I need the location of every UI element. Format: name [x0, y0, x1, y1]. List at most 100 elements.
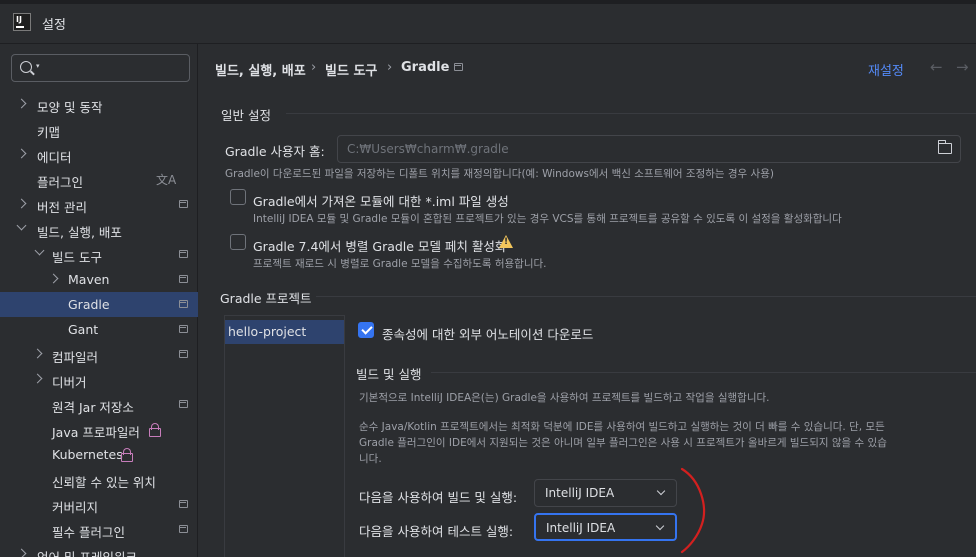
lock-icon [121, 448, 133, 462]
breadcrumb-item[interactable]: 빌드, 실행, 배포 [215, 60, 306, 79]
forward-arrow-icon[interactable]: → [956, 58, 969, 76]
build-using-label: 다음을 사용하여 빌드 및 실행: [359, 490, 518, 505]
section-divider [316, 296, 976, 297]
project-scope-icon [179, 525, 188, 533]
sidebar-item-gradle[interactable]: Gradle [0, 292, 198, 317]
generate-iml-checkbox[interactable] [230, 189, 246, 205]
chevron-right-icon[interactable] [16, 548, 27, 557]
sidebar-item-remote-jar-repositories[interactable]: 원격 Jar 저장소 [0, 392, 198, 417]
sidebar-item-compiler[interactable]: 컴파일러 [0, 342, 198, 367]
chevron-down-icon[interactable] [16, 220, 27, 231]
sidebar-item-label: Kubernetes [52, 447, 123, 462]
breadcrumb-separator: › [311, 60, 317, 75]
search-options-chevron-icon[interactable]: ▾ [36, 62, 40, 70]
build-using-value: IntelliJ IDEA [545, 486, 615, 500]
settings-content: 빌드, 실행, 배포 › 빌드 도구 › Gradle 재설정 ← → 일반 설… [198, 44, 976, 557]
sidebar-item-label: 에디터 [37, 150, 72, 165]
sidebar-item-label: 플러그인 [37, 175, 84, 190]
chevron-right-icon[interactable] [16, 98, 27, 109]
window-title: 설정 [42, 18, 66, 33]
project-scope-icon [179, 275, 188, 283]
build-run-title: 빌드 및 실행 [356, 367, 422, 382]
warning-icon [499, 235, 513, 248]
sidebar-item-debugger[interactable]: 디버거 [0, 367, 198, 392]
chevron-right-icon[interactable] [16, 148, 27, 159]
search-input[interactable]: ▾ [11, 54, 190, 82]
red-annotation-mark [680, 467, 706, 554]
app-logo-icon [13, 13, 31, 31]
sidebar-item-label: Gant [68, 322, 99, 337]
download-annotations-label[interactable]: 종속성에 대한 외부 어노테이션 다운로드 [382, 324, 593, 343]
general-settings-title: 일반 설정 [221, 108, 271, 123]
gradle-home-value: C:₩Users₩charm₩.gradle [347, 142, 509, 156]
sidebar-item-build-tools[interactable]: 빌드 도구 [0, 242, 198, 267]
gradle-project-list: hello-project [224, 315, 345, 557]
chevron-down-icon[interactable] [34, 245, 45, 256]
translate-icon: 文A [156, 173, 177, 187]
window-top-edge [0, 0, 976, 4]
test-using-select[interactable]: IntelliJ IDEA [534, 513, 677, 541]
project-scope-icon [179, 400, 188, 408]
parallel-fetch-checkbox[interactable] [230, 234, 246, 250]
sidebar-item-label: 커버리지 [52, 500, 99, 515]
sidebar-item-label: Gradle [68, 297, 110, 312]
section-divider [286, 113, 976, 114]
sidebar-item-version-control[interactable]: 버전 관리 [0, 192, 198, 217]
sidebar-item-label: 필수 플러그인 [52, 525, 125, 540]
sidebar-item-coverage[interactable]: 커버리지 [0, 492, 198, 517]
gradle-home-field[interactable]: C:₩Users₩charm₩.gradle [337, 135, 961, 163]
chevron-down-icon [655, 521, 665, 531]
sidebar-item-plugins[interactable]: 플러그인 文A [0, 167, 198, 192]
sidebar-item-appearance[interactable]: 모양 및 동작 [0, 92, 198, 117]
gradle-home-hint: Gradle이 다운로드된 파일을 저장하는 디폴트 위치를 재정의합니다(예:… [225, 168, 774, 180]
sidebar-item-keymap[interactable]: 키맵 [0, 117, 198, 142]
chevron-right-icon[interactable] [32, 348, 43, 359]
sidebar-item-label: 빌드 도구 [52, 250, 102, 265]
chevron-right-icon[interactable] [32, 373, 43, 384]
sidebar-item-kubernetes[interactable]: Kubernetes [0, 442, 198, 467]
generate-iml-label[interactable]: Gradle에서 가져온 모듈에 대한 *.iml 파일 생성 [253, 191, 509, 210]
chevron-right-icon[interactable] [48, 273, 59, 284]
sidebar-item-label: Java 프로파일러 [52, 425, 140, 440]
back-arrow-icon[interactable]: ← [930, 58, 943, 76]
list-item[interactable]: hello-project [225, 320, 344, 344]
sidebar-item-label: 컴파일러 [52, 350, 99, 365]
lock-icon [149, 423, 161, 437]
sidebar-item-trusted-locations[interactable]: 신뢰할 수 있는 위치 [0, 467, 198, 492]
folder-icon[interactable] [937, 140, 952, 154]
sidebar-item-editor[interactable]: 에디터 [0, 142, 198, 167]
download-annotations-checkbox[interactable] [358, 322, 374, 338]
test-using-value: IntelliJ IDEA [546, 521, 616, 535]
sidebar-item-label: 모양 및 동작 [37, 100, 103, 115]
project-scope-icon [454, 63, 463, 71]
project-name: hello-project [228, 324, 307, 339]
sidebar-item-label: Maven [68, 272, 110, 287]
project-scope-icon [179, 250, 188, 258]
build-run-description: 기본적으로 IntelliJ IDEA은(는) Gradle을 사용하여 프로젝… [359, 392, 770, 404]
sidebar-item-java-profiler[interactable]: Java 프로파일러 [0, 417, 198, 442]
gradle-home-label: Gradle 사용자 홈: [225, 144, 325, 159]
sidebar-item-label: 신뢰할 수 있는 위치 [52, 475, 156, 490]
settings-sidebar: ▾ 모양 및 동작 키맵 에디터 플러그인 文A 버전 관리 빌드, 실행, 배… [0, 44, 198, 557]
breadcrumb-item[interactable]: 빌드 도구 [325, 60, 377, 79]
project-scope-icon [179, 200, 188, 208]
reset-link[interactable]: 재설정 [868, 60, 904, 79]
sidebar-item-languages-frameworks[interactable]: 언어 및 프레임워크 [0, 542, 198, 557]
sidebar-item-label: 원격 Jar 저장소 [52, 400, 134, 415]
sidebar-item-build-execution-deployment[interactable]: 빌드, 실행, 배포 [0, 217, 198, 242]
sidebar-item-label: 언어 및 프레임워크 [37, 547, 137, 557]
section-divider [431, 372, 976, 373]
title-bar: 설정 [0, 0, 976, 44]
search-icon [20, 61, 32, 73]
sidebar-item-label: 빌드, 실행, 배포 [37, 225, 122, 240]
sidebar-item-gant[interactable]: Gant [0, 317, 198, 342]
test-using-label: 다음을 사용하여 테스트 실행: [359, 524, 514, 539]
build-using-select[interactable]: IntelliJ IDEA [534, 479, 677, 507]
sidebar-item-required-plugins[interactable]: 필수 플러그인 [0, 517, 198, 542]
sidebar-item-label: 버전 관리 [37, 200, 87, 215]
project-scope-icon [179, 500, 188, 508]
chevron-right-icon[interactable] [16, 198, 27, 209]
parallel-fetch-label[interactable]: Gradle 7.4에서 병렬 Gradle 모델 페치 활성화 [253, 236, 506, 255]
breadcrumb-current: Gradle [401, 60, 450, 75]
sidebar-item-maven[interactable]: Maven [0, 267, 198, 292]
